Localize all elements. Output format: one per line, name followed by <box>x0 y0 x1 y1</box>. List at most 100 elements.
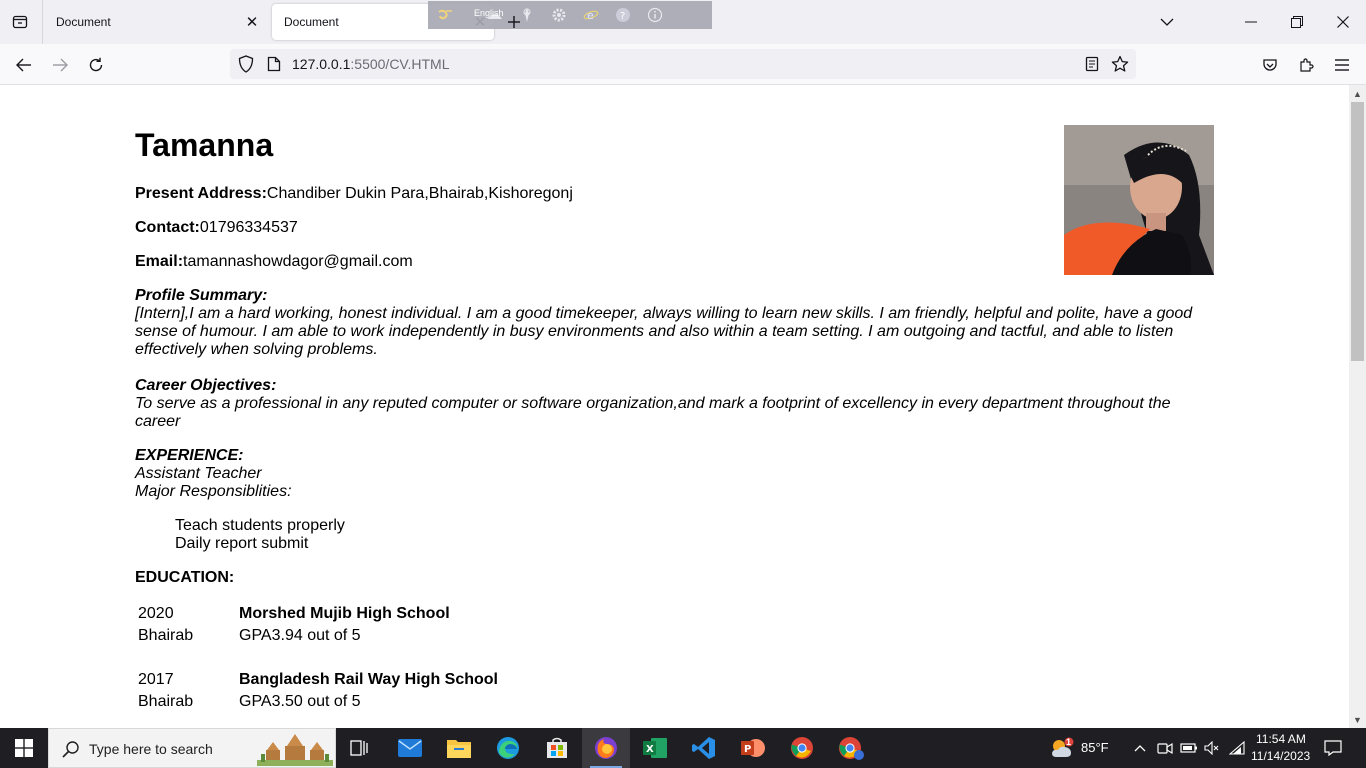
clock-time[interactable]: 11:54 AM <box>1256 732 1306 746</box>
bookmark-star-icon[interactable] <box>1110 54 1130 74</box>
svg-text:?: ? <box>620 11 625 22</box>
clock-date[interactable]: 11/14/2023 <box>1251 749 1310 763</box>
powerpoint-icon[interactable]: P <box>729 728 777 768</box>
volume-muted-icon[interactable] <box>1203 739 1221 757</box>
career-objectives-heading: Career Objectives: <box>135 377 277 394</box>
browser-tab-strip: Document ✕ Document ✕ English e ? <box>0 0 1366 44</box>
edu-year: 2020 <box>138 605 174 622</box>
meet-now-icon[interactable] <box>1156 739 1174 757</box>
svg-text:X: X <box>646 744 654 755</box>
firefox-view-icon[interactable] <box>8 10 32 34</box>
minimize-window-icon[interactable] <box>1228 0 1274 44</box>
responsibilities-list: Teach students properly Daily report sub… <box>175 517 345 553</box>
ime-toolbar[interactable]: English e ? <box>428 1 712 29</box>
tab-document-1[interactable]: Document ✕ <box>44 4 266 40</box>
edu-result: GPA3.50 out of 5 <box>239 693 361 710</box>
address-value: Chandiber Dukin Para,Bhairab,Kishoregonj <box>266 185 573 202</box>
edu-school: Bangladesh Rail Way High School <box>239 671 498 688</box>
menu-hamburger-icon[interactable] <box>1328 52 1356 78</box>
table-row: Bhairab GPA3.94 out of 5 <box>138 625 498 647</box>
vertical-scrollbar[interactable]: ▲ ▼ <box>1349 85 1366 728</box>
reload-icon[interactable] <box>82 52 110 78</box>
file-explorer-icon[interactable] <box>435 728 483 768</box>
close-window-icon[interactable] <box>1320 0 1366 44</box>
tab-title: Document <box>56 15 111 29</box>
page-document-icon[interactable] <box>264 54 284 74</box>
mail-icon[interactable] <box>386 728 434 768</box>
table-spacer-row <box>138 647 498 669</box>
profile-summary-text: [Intern],I am a hard working, honest ind… <box>135 305 1193 358</box>
notification-center-icon[interactable] <box>1323 738 1343 758</box>
bangla-input-icon[interactable] <box>436 6 454 24</box>
info-icon[interactable] <box>646 6 664 24</box>
edu-year: 2017 <box>138 671 174 688</box>
chrome-icon[interactable] <box>778 728 826 768</box>
vscode-icon[interactable] <box>680 728 728 768</box>
email-line: Email:tamannashowdagor@gmail.com <box>135 253 413 271</box>
edge-browser-icon[interactable] <box>484 728 532 768</box>
pocket-icon[interactable] <box>1256 52 1284 78</box>
page-viewport: Tamanna Present Address:Chandiber Dukin … <box>0 85 1349 728</box>
responsibilities-label: Major Responsiblities: <box>135 483 292 500</box>
edu-place: Bhairab <box>138 693 194 710</box>
list-all-tabs-icon[interactable] <box>1144 0 1190 44</box>
search-highlight-temple-icon <box>257 734 333 766</box>
table-row: 2017 Bangladesh Rail Way High School <box>138 669 498 691</box>
help-icon[interactable]: ? <box>614 6 632 24</box>
email-value: tamannashowdagor@gmail.com <box>183 253 413 270</box>
settings-gear-icon[interactable] <box>550 6 568 24</box>
contact-line: Contact:01796334537 <box>135 219 298 237</box>
search-placeholder: Type here to search <box>89 741 213 757</box>
search-icon <box>62 741 79 758</box>
list-item: Teach students properly <box>175 517 345 534</box>
profile-summary-heading: Profile Summary: <box>135 287 268 304</box>
wifi-icon[interactable] <box>1228 739 1246 757</box>
profile-photo <box>1064 125 1214 275</box>
restore-window-icon[interactable] <box>1274 0 1320 44</box>
contact-value: 01796334537 <box>199 219 298 236</box>
weather-badge-count: 1 <box>1066 737 1072 747</box>
present-address-line: Present Address:Chandiber Dukin Para,Bha… <box>135 185 573 203</box>
scroll-down-arrow-icon[interactable]: ▼ <box>1349 711 1366 728</box>
svg-text:P: P <box>744 744 751 755</box>
windows-taskbar: Type here to search X P 1 85°F 11:54 AM … <box>0 728 1366 768</box>
battery-icon[interactable] <box>1180 739 1198 757</box>
shield-icon[interactable] <box>236 54 256 74</box>
taskbar-search-box[interactable]: Type here to search <box>48 728 336 768</box>
address-label: Present Address: <box>135 185 267 202</box>
email-label: Email: <box>135 253 184 270</box>
cv-name-heading: Tamanna <box>135 127 274 163</box>
reader-view-icon[interactable] <box>1082 54 1102 74</box>
list-item: Daily report submit <box>175 535 309 552</box>
edu-result: GPA3.94 out of 5 <box>239 627 361 644</box>
education-heading: EDUCATION: <box>135 569 235 586</box>
table-row: 2020 Morshed Mujib High School <box>138 603 498 625</box>
url-host: 127.0.0.1 <box>292 56 351 72</box>
microsoft-store-icon[interactable] <box>533 728 581 768</box>
extensions-icon[interactable] <box>1292 52 1320 78</box>
windows-start-icon[interactable] <box>0 728 48 768</box>
new-tab-icon[interactable] <box>502 10 526 34</box>
excel-icon[interactable]: X <box>631 728 679 768</box>
task-view-icon[interactable] <box>336 728 384 768</box>
experience-role: Assistant Teacher <box>135 465 262 482</box>
scroll-up-arrow-icon[interactable]: ▲ <box>1349 85 1366 102</box>
education-table: 2020 Morshed Mujib High School Bhairab G… <box>138 603 498 713</box>
forward-arrow-icon[interactable] <box>46 52 74 78</box>
edu-school: Morshed Mujib High School <box>239 605 450 622</box>
table-row: Bhairab GPA3.50 out of 5 <box>138 691 498 713</box>
firefox-icon[interactable] <box>582 728 630 768</box>
chevron-up-icon[interactable] <box>1131 739 1149 757</box>
browser-navigation-bar: 127.0.0.1:5500/CV.HTML <box>0 44 1366 85</box>
back-arrow-icon[interactable] <box>10 52 38 78</box>
url-path: :5500/CV.HTML <box>350 56 450 72</box>
ie-globe-icon[interactable]: e <box>582 6 600 24</box>
career-objectives-text: To serve as a professional in any repute… <box>135 395 1171 430</box>
scrollbar-thumb[interactable] <box>1351 102 1364 361</box>
chrome-profile-icon[interactable] <box>827 728 875 768</box>
edu-place: Bhairab <box>138 627 194 644</box>
weather-temperature[interactable]: 85°F <box>1081 740 1109 755</box>
tab-separator <box>42 0 43 44</box>
address-bar[interactable]: 127.0.0.1:5500/CV.HTML <box>230 49 1136 79</box>
close-tab-icon[interactable]: ✕ <box>240 10 264 34</box>
